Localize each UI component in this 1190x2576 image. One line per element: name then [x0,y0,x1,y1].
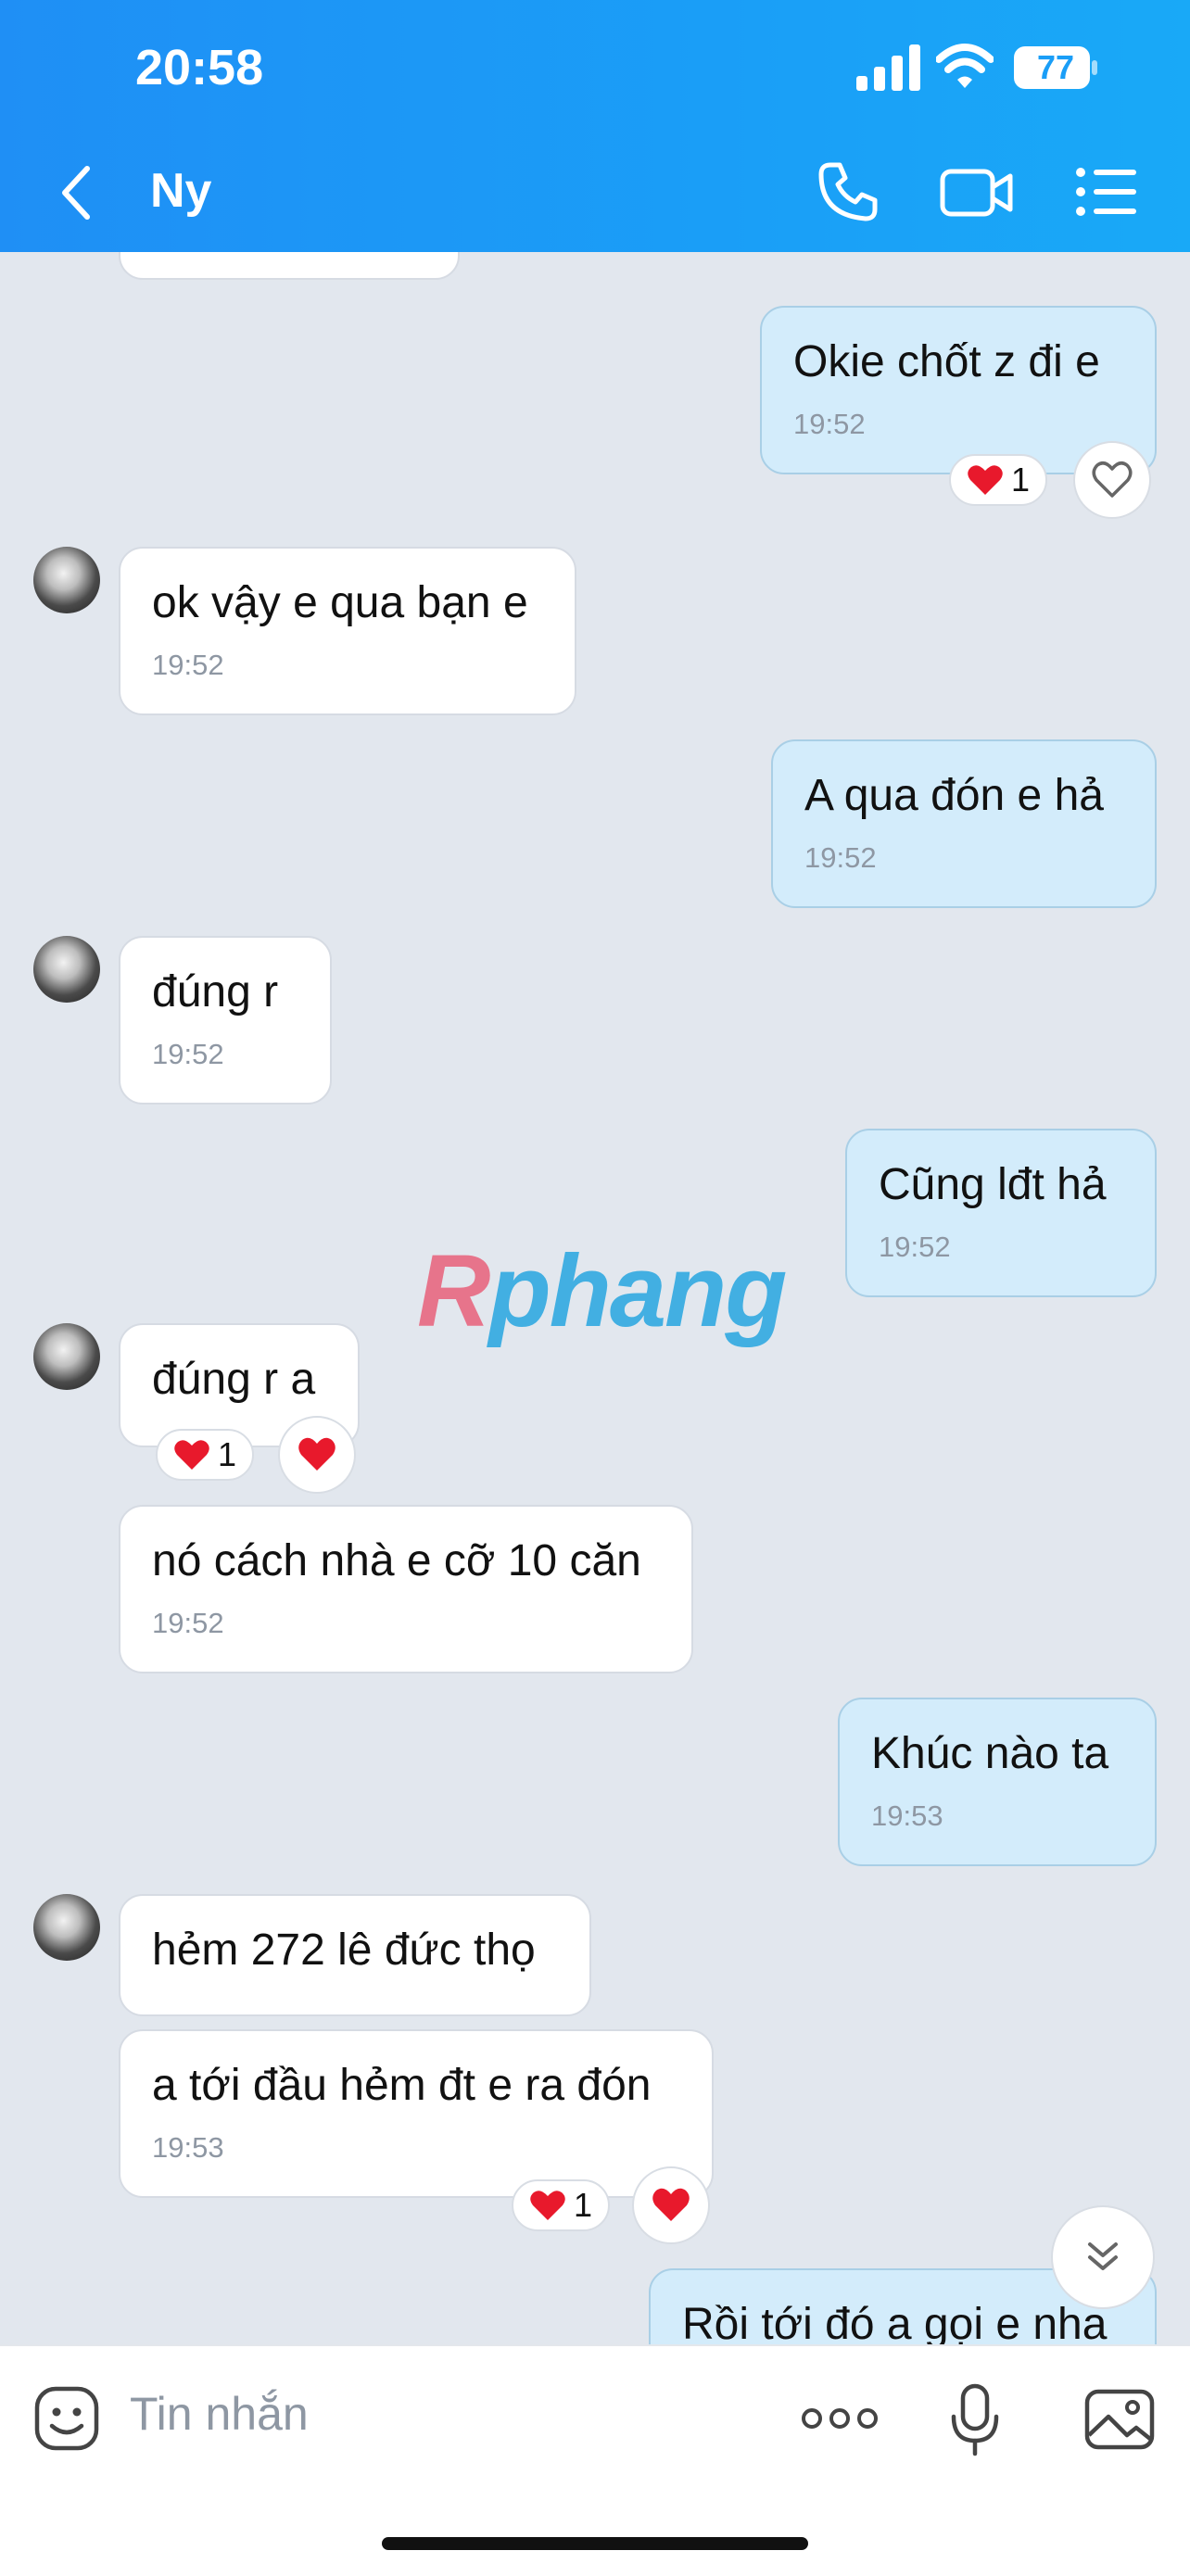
message-text: a tới đầu hẻm đt e ra đón [152,2061,652,2110]
message-time: 19:53 [152,2131,224,2164]
message-bubble-incoming[interactable]: ok vậy e qua bạn e 19:52 [119,547,576,715]
reaction-summary[interactable]: 1 [512,2179,610,2231]
status-time: 20:58 [135,40,264,95]
reaction-summary[interactable]: 1 [949,454,1047,506]
message-text: Rồi tới đó a gọi e nha [682,2300,1108,2344]
message-text: ok vậy e qua bạn e [152,578,528,627]
message-bubble-outgoing[interactable]: Khúc nào ta 19:53 [838,1698,1157,1866]
chat-options-icon[interactable] [1075,167,1136,217]
message-text: Okie chốt z đi e [793,337,1100,386]
double-chevron-down-icon [1088,2242,1118,2270]
video-call-icon[interactable] [940,167,1014,219]
message-text: đúng r a [152,1355,316,1404]
scroll-to-bottom-button[interactable] [1051,2205,1155,2309]
battery-level: 77 [1036,48,1075,86]
message-time: 19:52 [793,408,866,440]
sticker-emoji-icon[interactable] [33,2385,100,2452]
microphone-icon[interactable] [949,2383,1001,2457]
avatar[interactable] [33,1894,100,1961]
message-text: hẻm 272 lê đức thọ [152,1926,536,1975]
message-time: 19:52 [152,649,224,681]
message-bubble-outgoing[interactable]: Cũng lđt hả 19:52 [845,1129,1157,1297]
watermark-logo: Rphang [417,1232,787,1350]
message-bubble-outgoing[interactable]: A qua đón e hả 19:52 [771,739,1157,908]
message-text: A qua đón e hả [804,771,1104,820]
message-time: 19:52 [152,1607,224,1639]
reaction-summary[interactable]: 1 [156,1429,254,1481]
cellular-signal-icon [856,44,920,91]
message-bubble-incoming[interactable]: a tới đầu hẻm đt e ra đón 19:53 [119,2029,714,2198]
message-bubble-incoming[interactable]: hẻm 272 lê đức thọ [119,1894,591,2016]
avatar[interactable] [33,1323,100,1390]
message-text: Khúc nào ta [871,1729,1109,1778]
heart-icon [530,2191,565,2220]
message-input[interactable]: Tin nhắn [130,2387,309,2441]
reaction-count: 1 [217,1435,237,1473]
react-button[interactable] [1073,441,1151,519]
react-button[interactable] [632,2166,710,2244]
watermark-text: phang [488,1234,787,1348]
avatar[interactable] [33,936,100,1003]
heart-icon [298,1437,335,1471]
chat-title[interactable]: Ny [150,163,211,219]
message-bubble-partial[interactable] [119,252,460,280]
watermark-r: R [417,1234,490,1348]
message-bubble-incoming[interactable]: nó cách nhà e cỡ 10 căn 19:52 [119,1505,693,1673]
message-time: 19:52 [879,1231,951,1263]
message-time: 19:52 [152,1038,224,1070]
heart-icon [652,2188,690,2221]
heart-outline-icon [1092,461,1133,498]
heart-icon [968,465,1003,495]
avatar[interactable] [33,547,100,613]
message-time: 19:53 [871,1799,943,1832]
message-list[interactable]: Okie chốt z đi e 19:52 1 ok vậy e qua bạ… [0,252,1190,2344]
message-text: đúng r [152,967,279,1017]
message-text: nó cách nhà e cỡ 10 căn [152,1536,641,1585]
wifi-icon [936,44,994,88]
home-indicator[interactable] [382,2537,808,2550]
reaction-count: 1 [1010,461,1031,499]
heart-icon [174,1440,209,1470]
more-options-icon[interactable] [801,2402,879,2435]
image-gallery-icon[interactable] [1084,2389,1155,2450]
phone-call-icon[interactable] [817,161,879,222]
back-chevron-icon[interactable] [57,165,95,221]
reaction-count: 1 [573,2186,593,2224]
react-button[interactable] [278,1416,356,1494]
message-text: Cũng lđt hả [879,1160,1107,1209]
message-bubble-incoming[interactable]: đúng r 19:52 [119,936,332,1105]
header-bar: 20:58 77 Ny [0,0,1190,252]
message-time: 19:52 [804,841,877,874]
